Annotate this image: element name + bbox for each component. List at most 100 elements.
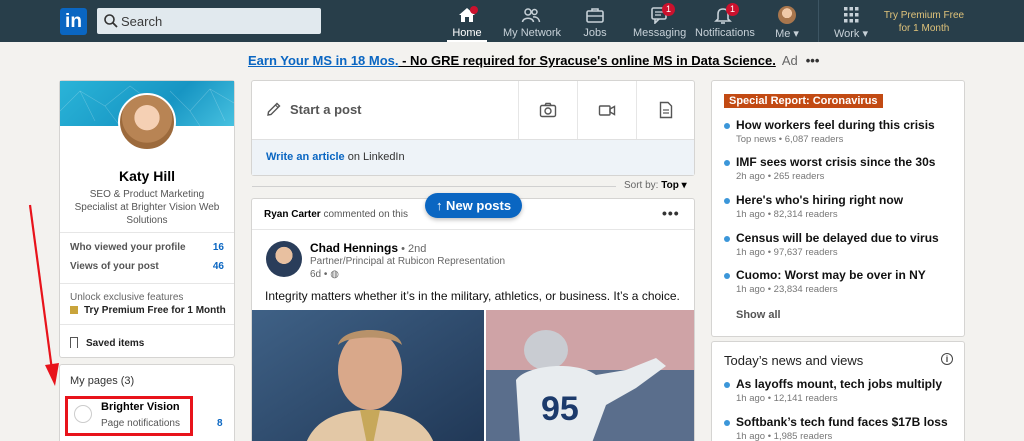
home-notification-dot (470, 6, 478, 14)
special-report-badge: Special Report: Coronavirus (724, 94, 883, 108)
post-composer: Start a post Write an article on LinkedI… (252, 81, 694, 175)
profile-name[interactable]: Katy Hill (60, 168, 234, 184)
write-article[interactable]: Write an article on LinkedIn (266, 151, 405, 163)
feed-post: Ryan Carter commented on this ••• Chad H… (252, 199, 694, 441)
nav-messaging-label: Messaging (633, 27, 687, 39)
saved-label: Saved items (86, 338, 145, 349)
grid-icon (844, 7, 859, 23)
nav-jobs[interactable]: Jobs (580, 4, 610, 42)
divider (518, 81, 519, 139)
connection-degree: • 2nd (398, 243, 427, 255)
news-headline[interactable]: Softbank’s tech fund faces $17B loss (736, 415, 948, 429)
premium-line-1: Try Premium Free (883, 10, 965, 21)
sort-dropdown[interactable]: Sort by: Top ▾ (624, 180, 687, 191)
briefcase-icon (586, 8, 604, 23)
unlock-features-text: Unlock exclusive features (70, 292, 184, 303)
video-icon[interactable] (598, 101, 616, 119)
user-avatar-small (778, 6, 796, 24)
try-premium-link[interactable]: Try Premium Free for 1 Month (872, 9, 976, 35)
news-meta: Top news • 6,087 readers (736, 134, 844, 145)
nav-work-label: Work ▾ (833, 28, 869, 40)
nav-my-network[interactable]: My Network (503, 4, 562, 42)
write-article-bar: Write an article on LinkedIn (252, 139, 694, 175)
author-avatar[interactable] (266, 241, 302, 277)
nav-notifications-label: Notifications (695, 27, 755, 39)
try-premium-profile-link[interactable]: Try Premium Free for 1 Month (70, 305, 226, 316)
author-name[interactable]: Chad Hennings (310, 241, 398, 255)
news-headline[interactable]: Cuomo: Worst may be over in NY (736, 268, 926, 282)
divider (252, 186, 616, 187)
news-meta: 1h ago • 82,314 readers (736, 209, 838, 220)
nav-my-network-label: My Network (503, 27, 562, 39)
news-meta: 1h ago • 12,141 readers (736, 393, 838, 404)
search-input[interactable]: Search (97, 8, 321, 34)
sort-label: Sort by: (624, 180, 659, 191)
post-more-menu[interactable]: ••• (662, 205, 680, 221)
news-headline[interactable]: As layoffs mount, tech jobs multiply (736, 377, 942, 391)
news-headline[interactable]: IMF sees worst crisis since the 30s (736, 155, 935, 169)
commenter-name[interactable]: Ryan Carter (264, 209, 321, 220)
nav-home[interactable]: Home (447, 4, 487, 42)
notifications-icon-wrap: 1 (713, 3, 739, 24)
divider (252, 229, 694, 230)
nav-home-label: Home (452, 27, 482, 39)
ad-more-menu[interactable]: ••• (806, 53, 820, 68)
activity-text: commented on this (320, 209, 408, 220)
nav-divider (818, 0, 819, 42)
linkedin-logo[interactable]: in (60, 8, 87, 35)
news-meta: 1h ago • 97,637 readers (736, 247, 838, 258)
premium-label: Try Premium Free for 1 Month (84, 305, 226, 316)
news-headline[interactable]: Census will be delayed due to virus (736, 231, 939, 245)
saved-items-link[interactable]: Saved items (70, 337, 144, 349)
start-post-button[interactable]: Start a post (266, 101, 362, 117)
bookmark-icon (70, 337, 78, 348)
stat-value: 16 (212, 242, 224, 253)
divider (577, 81, 578, 139)
show-all-button[interactable]: Show all (736, 309, 781, 321)
page-notifications-count: 8 (217, 418, 223, 429)
nav-work[interactable]: Work ▾ (832, 4, 870, 42)
bullet-icon (724, 420, 730, 426)
globe-icon: ◍ (330, 269, 339, 280)
profile-card: Katy Hill SEO & Product Marketing Specia… (59, 81, 235, 357)
todays-news-card: Today’s news and views i As layoffs moun… (712, 342, 964, 441)
bullet-icon (724, 382, 730, 388)
news-headline[interactable]: Here's who's hiring right now (736, 193, 903, 207)
my-pages-title: My pages (3) (70, 375, 135, 387)
football-photo: 95 (486, 310, 694, 441)
info-icon[interactable]: i (941, 353, 953, 365)
nav-messaging[interactable]: 1 Messaging (633, 3, 687, 42)
sort-bar: Sort by: Top ▾ (252, 180, 694, 192)
bullet-icon (724, 198, 730, 204)
start-post-label: Start a post (290, 102, 362, 117)
news-headline[interactable]: How workers feel during this crisis (736, 118, 935, 132)
author-title: Partner/Principal at Rubicon Representat… (310, 256, 506, 267)
divider (60, 324, 234, 325)
svg-text:95: 95 (541, 390, 579, 428)
premium-line-2: for 1 Month (898, 23, 950, 34)
nav-me[interactable]: Me ▾ (772, 4, 802, 42)
nav-me-label: Me ▾ (775, 28, 799, 40)
messaging-badge: 1 (662, 3, 675, 16)
post-image-portrait[interactable] (252, 310, 484, 441)
search-icon (104, 14, 118, 28)
document-icon[interactable] (657, 101, 675, 119)
portrait-photo (252, 310, 484, 441)
ad-text[interactable]: - No GRE required for Syracuse's online … (399, 53, 776, 68)
top-navigation-bar: in Search Home My Network Jobs 1 Messagi… (0, 0, 1024, 42)
highlight-box (65, 396, 193, 436)
news-card: Special Report: Coronavirus How workers … (712, 81, 964, 336)
nav-notifications[interactable]: 1 Notifications (695, 3, 755, 42)
post-image-football[interactable]: 95 (486, 310, 694, 441)
stat-profile-views[interactable]: Who viewed your profile 16 (70, 242, 224, 253)
camera-icon[interactable] (539, 101, 557, 119)
ad-label: Ad (781, 53, 798, 68)
write-article-link[interactable]: Write an article (266, 151, 345, 163)
bullet-icon (724, 273, 730, 279)
notifications-badge: 1 (726, 3, 739, 16)
news-meta: 1h ago • 1,985 readers (736, 431, 833, 441)
new-posts-button[interactable]: ↑ New posts (425, 193, 522, 218)
stat-post-views[interactable]: Views of your post 46 (70, 261, 224, 272)
profile-avatar[interactable] (118, 93, 176, 151)
ad-link[interactable]: Earn Your MS in 18 Mos. (248, 53, 399, 68)
